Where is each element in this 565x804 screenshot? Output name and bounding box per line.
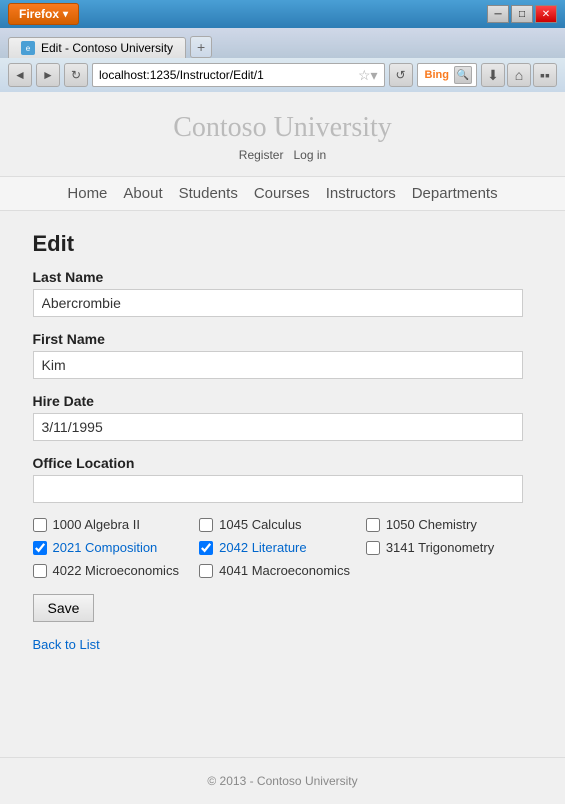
- course-label-2042[interactable]: 2042 Literature: [219, 540, 306, 555]
- last-name-input[interactable]: [33, 289, 523, 317]
- page-content: Contoso University Register Log in Home …: [0, 92, 565, 804]
- refresh-icon: ↻: [71, 68, 81, 82]
- site-header: Contoso University Register Log in: [0, 92, 565, 176]
- course-label-4041[interactable]: 4041 Macroeconomics: [219, 563, 350, 578]
- site-auth: Register Log in: [0, 148, 565, 162]
- back-icon: ◄: [14, 68, 26, 82]
- course-label-1045[interactable]: 1045 Calculus: [219, 517, 301, 532]
- office-location-label: Office Location: [33, 455, 533, 471]
- office-location-group: Office Location: [33, 455, 533, 503]
- login-link[interactable]: Log in: [294, 148, 327, 162]
- course-item-2042: 2042 Literature: [199, 540, 366, 555]
- close-icon: ✕: [542, 9, 550, 20]
- refresh-button[interactable]: ↻: [64, 63, 88, 87]
- reload-icon: ↺: [396, 68, 406, 82]
- course-placeholder: [366, 563, 533, 578]
- tab-title: Edit - Contoso University: [41, 41, 173, 55]
- site-nav: Home About Students Courses Instructors …: [0, 176, 565, 211]
- window-controls: ─ □ ✕: [487, 5, 557, 23]
- address-container: ☆ ▾: [92, 63, 385, 87]
- course-item-4041: 4041 Macroeconomics: [199, 563, 366, 578]
- course-item-4022: 4022 Microeconomics: [33, 563, 200, 578]
- course-checkbox-1050[interactable]: [366, 518, 380, 532]
- address-input[interactable]: [99, 68, 358, 82]
- course-label-3141[interactable]: 3141 Trigonometry: [386, 540, 494, 555]
- course-checkbox-2042[interactable]: [199, 541, 213, 555]
- nav-about[interactable]: About: [123, 185, 162, 202]
- first-name-label: First Name: [33, 331, 533, 347]
- search-button[interactable]: 🔍: [454, 66, 472, 84]
- search-icon: 🔍: [457, 70, 469, 81]
- page-title: Edit: [33, 231, 533, 257]
- first-name-input[interactable]: [33, 351, 523, 379]
- course-item-1000: 1000 Algebra II: [33, 517, 200, 532]
- address-bar: ◄ ► ↻ ☆ ▾ ↺ Bing 🔍 ⬇ ⌂ ▪▪: [0, 58, 565, 92]
- title-bar: Firefox ─ □ ✕: [0, 0, 565, 28]
- new-tab-button[interactable]: +: [190, 36, 212, 58]
- new-tab-icon: +: [197, 39, 205, 55]
- register-link[interactable]: Register: [239, 148, 284, 162]
- download-icon: ⬇: [487, 67, 499, 84]
- active-tab[interactable]: e Edit - Contoso University: [8, 37, 186, 58]
- nav-instructors[interactable]: Instructors: [326, 185, 396, 202]
- course-checkbox-3141[interactable]: [366, 541, 380, 555]
- firefox-menu-button[interactable]: Firefox: [8, 3, 79, 25]
- bookmark-star-icon[interactable]: ☆: [358, 67, 371, 84]
- home-icon: ⌂: [515, 67, 523, 83]
- course-checkbox-4022[interactable]: [33, 564, 47, 578]
- maximize-button[interactable]: □: [511, 5, 533, 23]
- forward-button[interactable]: ►: [36, 63, 60, 87]
- hire-date-label: Hire Date: [33, 393, 533, 409]
- nav-courses[interactable]: Courses: [254, 185, 310, 202]
- course-item-1045: 1045 Calculus: [199, 517, 366, 532]
- course-label-1050[interactable]: 1050 Chemistry: [386, 517, 477, 532]
- close-button[interactable]: ✕: [535, 5, 557, 23]
- hire-date-input[interactable]: [33, 413, 523, 441]
- site-title: Contoso University: [0, 112, 565, 144]
- course-label-1000[interactable]: 1000 Algebra II: [53, 517, 140, 532]
- last-name-group: Last Name: [33, 269, 533, 317]
- site-footer: © 2013 - Contoso University: [0, 757, 565, 804]
- search-container: Bing 🔍: [417, 63, 477, 87]
- course-checkbox-4041[interactable]: [199, 564, 213, 578]
- courses-grid: 1000 Algebra II 1045 Calculus 1050 Chemi…: [33, 517, 533, 578]
- home-button[interactable]: ⌂: [507, 63, 531, 87]
- toolbar-buttons: ⬇ ⌂ ▪▪: [481, 63, 557, 87]
- more-button[interactable]: ▪▪: [533, 63, 557, 87]
- nav-students[interactable]: Students: [179, 185, 238, 202]
- bing-logo: Bing: [422, 69, 452, 81]
- footer-text: © 2013 - Contoso University: [207, 774, 357, 788]
- course-label-4022[interactable]: 4022 Microeconomics: [53, 563, 179, 578]
- save-button[interactable]: Save: [33, 594, 95, 622]
- nav-departments[interactable]: Departments: [412, 185, 498, 202]
- tab-bar: e Edit - Contoso University +: [0, 28, 565, 58]
- courses-section: 1000 Algebra II 1045 Calculus 1050 Chemi…: [33, 517, 533, 578]
- course-item-2021: 2021 Composition: [33, 540, 200, 555]
- course-checkbox-1000[interactable]: [33, 518, 47, 532]
- tab-favicon: e: [21, 41, 35, 55]
- firefox-label: Firefox: [19, 7, 59, 21]
- back-to-list-link[interactable]: Back to List: [33, 637, 100, 652]
- reload-button[interactable]: ↺: [389, 63, 413, 87]
- course-item-3141: 3141 Trigonometry: [366, 540, 533, 555]
- last-name-label: Last Name: [33, 269, 533, 285]
- course-checkbox-1045[interactable]: [199, 518, 213, 532]
- more-icon: ▪▪: [540, 67, 550, 83]
- main-content: Edit Last Name First Name Hire Date Offi…: [3, 211, 563, 672]
- bookmark-check-icon[interactable]: ▾: [371, 67, 378, 84]
- hire-date-group: Hire Date: [33, 393, 533, 441]
- minimize-button[interactable]: ─: [487, 5, 509, 23]
- nav-home[interactable]: Home: [67, 185, 107, 202]
- course-item-1050: 1050 Chemistry: [366, 517, 533, 532]
- minimize-icon: ─: [494, 9, 501, 20]
- back-button[interactable]: ◄: [8, 63, 32, 87]
- course-checkbox-2021[interactable]: [33, 541, 47, 555]
- course-label-2021[interactable]: 2021 Composition: [53, 540, 158, 555]
- download-button[interactable]: ⬇: [481, 63, 505, 87]
- forward-icon: ►: [42, 68, 54, 82]
- first-name-group: First Name: [33, 331, 533, 379]
- office-location-input[interactable]: [33, 475, 523, 503]
- maximize-icon: □: [519, 9, 525, 20]
